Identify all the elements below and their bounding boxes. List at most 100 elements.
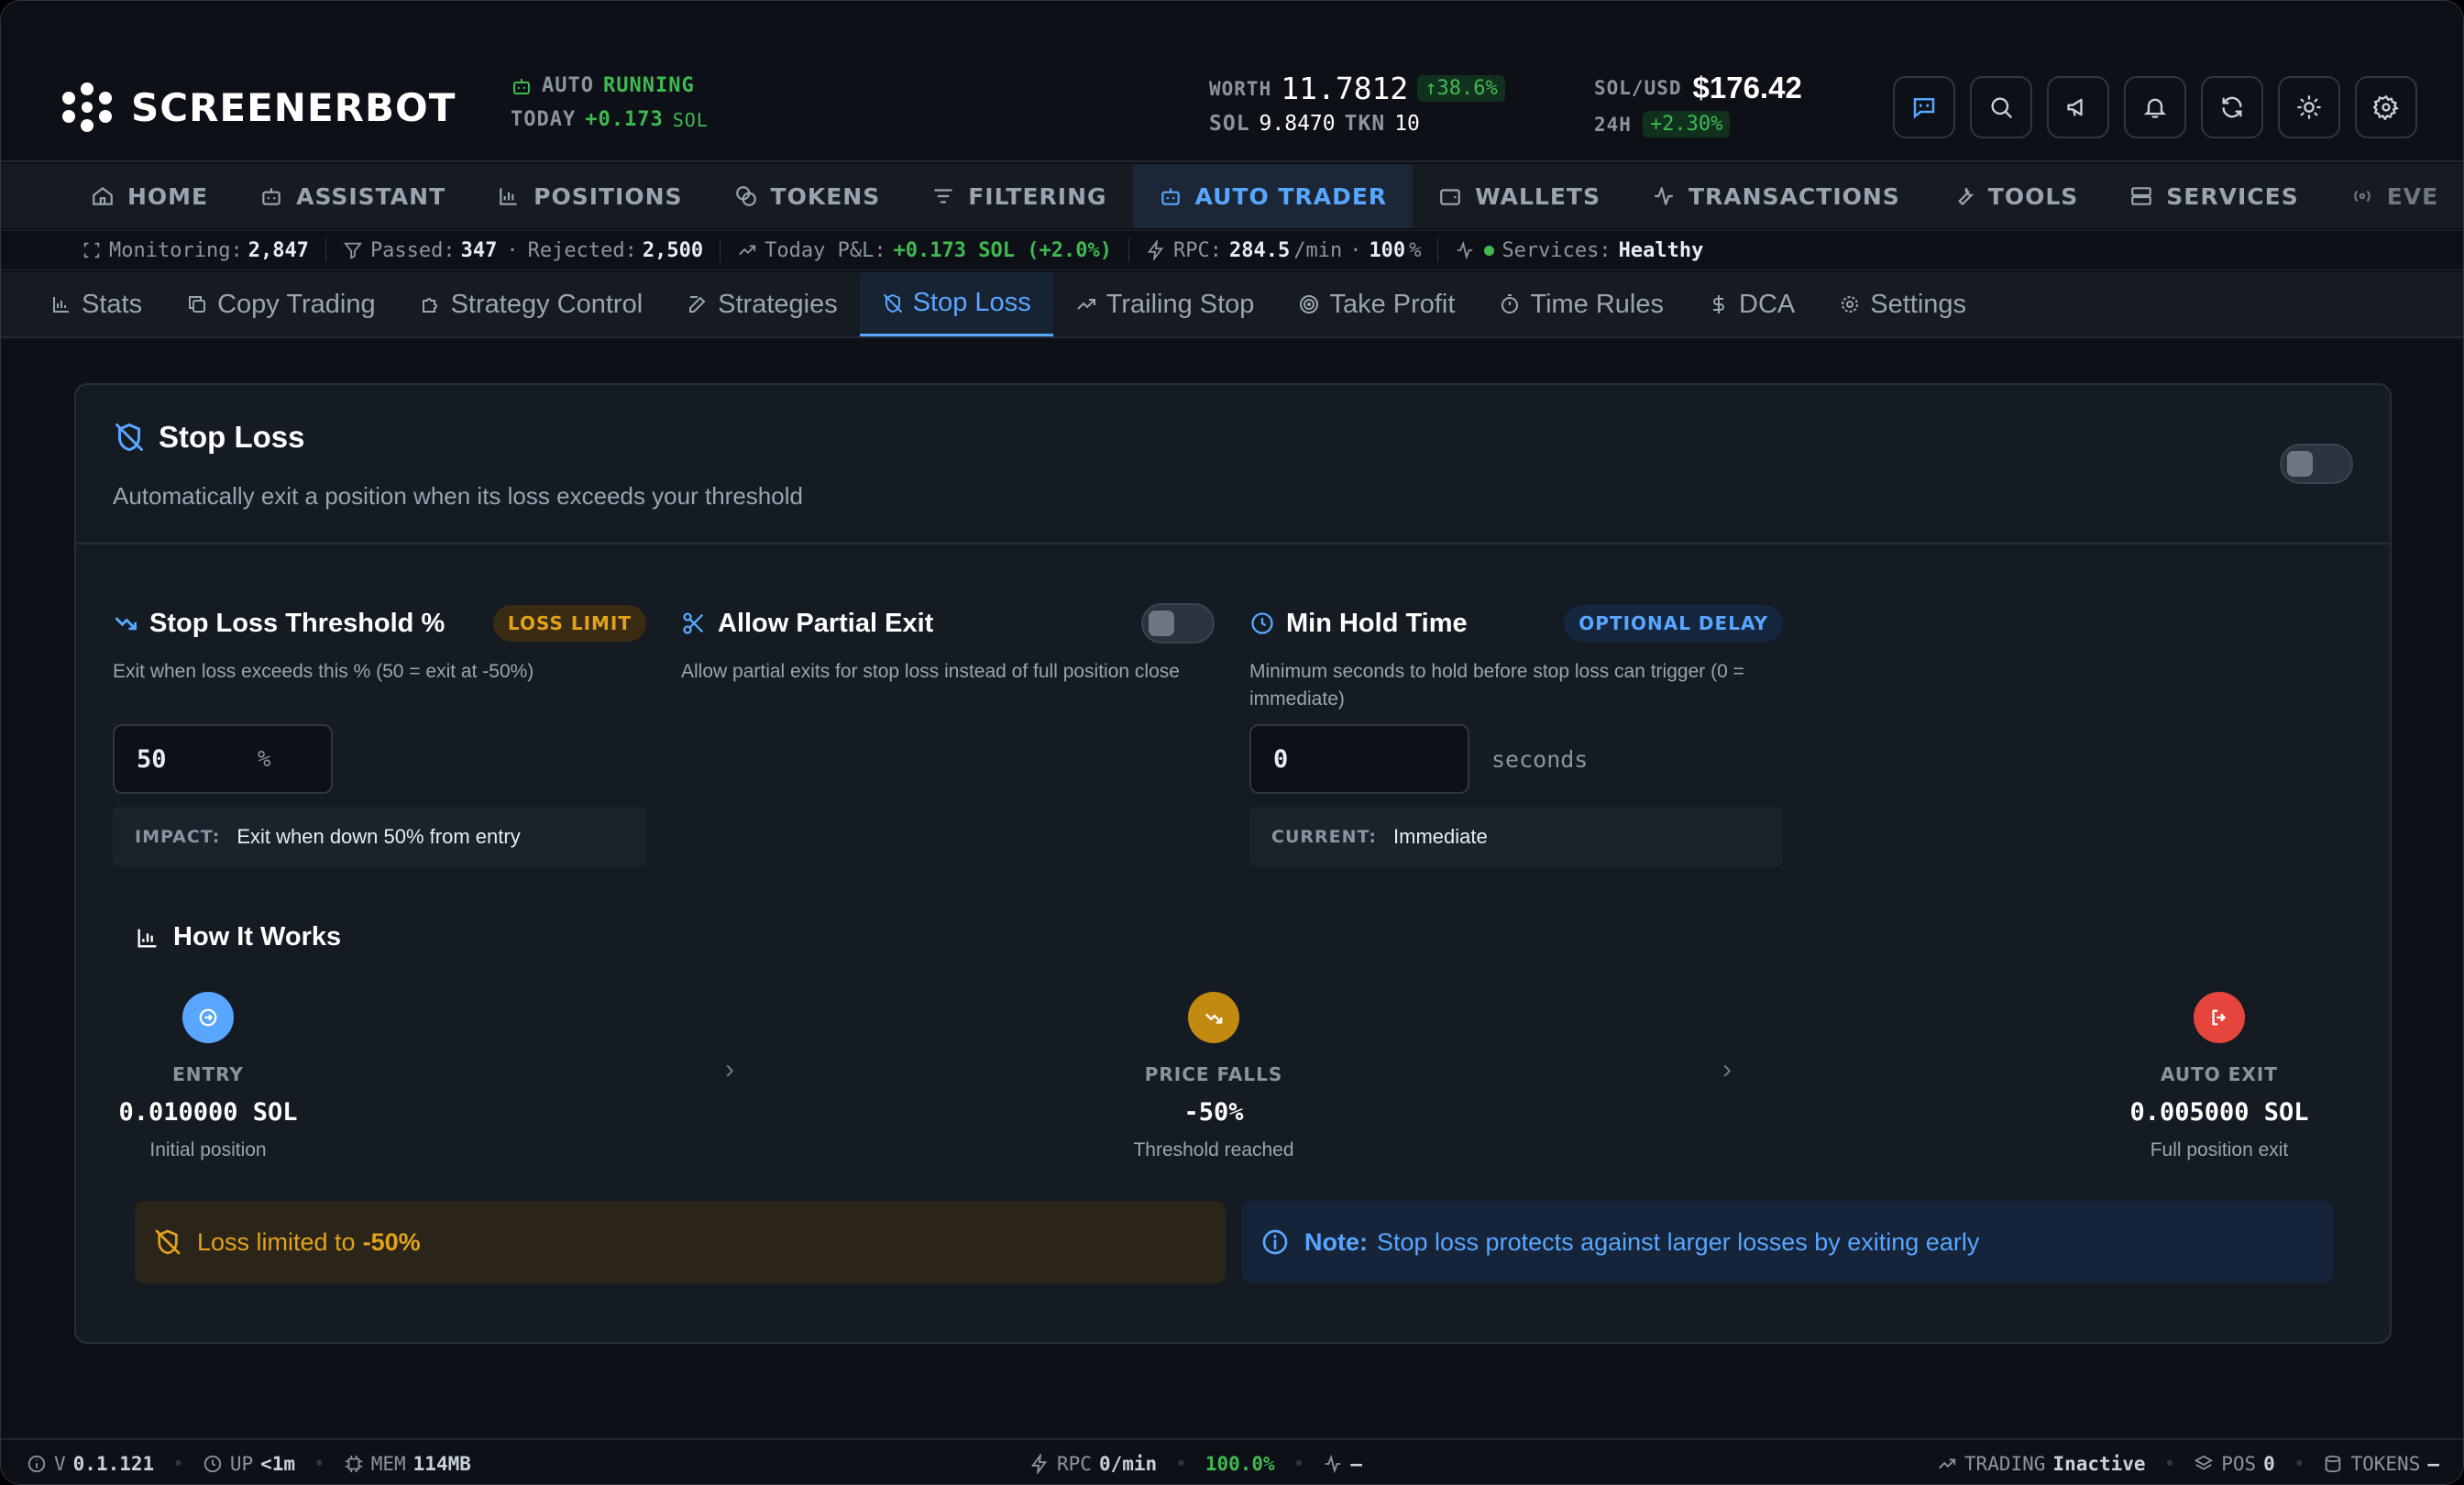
filter-icon — [934, 189, 952, 204]
edit-icon — [689, 296, 706, 313]
pair-label: SOL/USD — [1594, 77, 1682, 99]
auto-trader-tabs: Stats Copy Trading Strategy Control Stra… — [1, 272, 2463, 338]
zap-icon — [1147, 240, 1164, 260]
nav-item-tokens[interactable]: TOKENS — [709, 164, 907, 228]
card-title: Stop Loss — [159, 420, 305, 454]
refresh-button[interactable] — [2201, 76, 2263, 138]
auto-exit-step-circle — [2194, 992, 2245, 1043]
rpc-success-unit: % — [1409, 238, 1422, 262]
nav-item-tools[interactable]: TOOLS — [1926, 164, 2105, 228]
threshold-input[interactable]: 50 % — [113, 724, 333, 794]
min-hold-input[interactable]: 0 — [1249, 724, 1469, 794]
memory-value: 114MB — [412, 1453, 471, 1475]
tab-strategy-control[interactable]: Strategy Control — [398, 272, 666, 336]
system-status-bar: Monitoring: 2,847 Passed: 347 · Rejected… — [1, 230, 2463, 270]
uptime-value: <1m — [260, 1453, 296, 1475]
clock-icon — [204, 1455, 221, 1473]
pnl-value: +0.173 SOL (+2.0%) — [893, 238, 1112, 262]
min-hold-title: Min Hold Time — [1286, 608, 1468, 638]
tab-stats[interactable]: Stats — [28, 272, 164, 336]
services-value: Healthy — [1618, 238, 1704, 262]
card-header: Stop Loss Automatically exit a position … — [76, 385, 2390, 544]
today-value: +0.173 — [585, 108, 664, 131]
nav-item-services[interactable]: SERVICES — [2104, 164, 2324, 228]
settings-button[interactable] — [2355, 76, 2417, 138]
nav-item-assistant[interactable]: ASSISTANT — [234, 164, 471, 228]
nav-item-transactions[interactable]: TRANSACTIONS — [1626, 164, 1926, 228]
auto-exit-step-note: Full position exit — [2150, 1139, 2289, 1160]
chevron-right-icon: › — [1722, 1054, 1732, 1084]
tab-take-profit[interactable]: Take Profit — [1276, 272, 1477, 336]
gear-icon — [2373, 94, 2399, 120]
main-nav: HOME ASSISTANT POSITIONS TOKENS FILTERIN… — [1, 164, 2463, 228]
bell-icon — [2143, 98, 2167, 118]
footer-activity-value: – — [1350, 1453, 1362, 1475]
brand-logo[interactable]: SCREENERBOT — [61, 82, 456, 133]
tab-settings[interactable]: Settings — [1817, 272, 1988, 336]
partial-exit-title: Allow Partial Exit — [718, 608, 934, 638]
tab-label: Take Profit — [1329, 289, 1456, 319]
theme-button[interactable] — [2278, 76, 2340, 138]
nav-item-events[interactable]: EVE — [2325, 164, 2463, 228]
log-out-icon — [2212, 1009, 2227, 1026]
trending-down-icon — [1204, 1013, 1223, 1024]
logo-icon — [62, 82, 112, 132]
clock-icon — [1251, 612, 1273, 634]
tab-label: Strategy Control — [450, 289, 644, 319]
footer-rpc-label: RPC — [1057, 1453, 1092, 1475]
positions-label: POS — [2221, 1453, 2257, 1475]
price-falls-step-label: PRICE FALLS — [1144, 1063, 1283, 1085]
rejected-label: Rejected: — [527, 238, 637, 262]
tab-strategies[interactable]: Strategies — [665, 272, 860, 336]
nav-item-positions[interactable]: POSITIONS — [471, 164, 708, 228]
min-hold-unit: seconds — [1491, 746, 1589, 773]
threshold-title: Stop Loss Threshold % — [149, 608, 446, 638]
entry-step-note: Initial position — [149, 1139, 267, 1160]
nav-item-label: WALLETS — [1475, 182, 1600, 210]
announcements-button[interactable] — [2047, 76, 2109, 138]
nav-item-label: ASSISTANT — [296, 182, 446, 210]
footer-rpc-value: 0/min — [1098, 1453, 1158, 1475]
tokens-value: – — [2427, 1453, 2439, 1475]
shield-off-icon — [883, 293, 902, 313]
info-icon — [28, 1455, 46, 1473]
bot-icon — [513, 78, 530, 94]
scissors-icon — [683, 612, 704, 634]
search-button[interactable] — [1970, 76, 2032, 138]
note-text: Stop loss protects against larger losses… — [1377, 1227, 1980, 1256]
current-text: Immediate — [1393, 825, 1488, 848]
tab-trailing-stop[interactable]: Trailing Stop — [1053, 272, 1277, 336]
tab-dca[interactable]: DCA — [1686, 272, 1817, 336]
assistant-button[interactable] — [1893, 76, 1955, 138]
nav-item-wallets[interactable]: WALLETS — [1413, 164, 1626, 228]
rpc-value: 284.5 — [1228, 238, 1291, 262]
sol-price: SOL/USD $176.42 24H +2.30% — [1594, 71, 1802, 138]
loss-limit-text: Loss limited to — [197, 1227, 356, 1256]
monitoring-value: 2,847 — [248, 238, 309, 262]
nav-item-label: TOKENS — [770, 182, 881, 210]
trending-up-icon — [739, 245, 756, 256]
chart-icon — [500, 188, 517, 205]
nav-item-home[interactable]: HOME — [65, 164, 234, 228]
nav-item-label: TRANSACTIONS — [1688, 182, 1900, 210]
impact-label: IMPACT: — [135, 827, 221, 847]
version-label: V — [54, 1453, 66, 1475]
uptime-label: UP — [229, 1453, 254, 1475]
tkn-value: 10 — [1394, 112, 1420, 136]
pair-value: $176.42 — [1692, 71, 1802, 104]
nav-item-auto-trader[interactable]: AUTO TRADER — [1132, 164, 1414, 228]
tab-stop-loss[interactable]: Stop Loss — [859, 272, 1053, 336]
price-falls-step-value: -50% — [1183, 1098, 1244, 1127]
tab-time-rules[interactable]: Time Rules — [1477, 272, 1686, 336]
partial-exit-toggle[interactable] — [1141, 603, 1215, 644]
chevron-right-icon: › — [725, 1054, 734, 1084]
how-it-works-heading: How It Works — [135, 922, 341, 952]
notifications-button[interactable] — [2124, 76, 2186, 138]
tab-copy-trading[interactable]: Copy Trading — [164, 272, 398, 336]
stop-loss-enable-toggle[interactable] — [2280, 444, 2353, 484]
search-icon — [1991, 97, 2012, 118]
price-falls-step-circle — [1188, 992, 1239, 1043]
nav-item-filtering[interactable]: FILTERING — [906, 164, 1132, 228]
worth-label: WORTH — [1209, 77, 1272, 100]
min-hold-setting: Min Hold Time OPTIONAL DELAY Minimum sec… — [1249, 603, 1783, 713]
